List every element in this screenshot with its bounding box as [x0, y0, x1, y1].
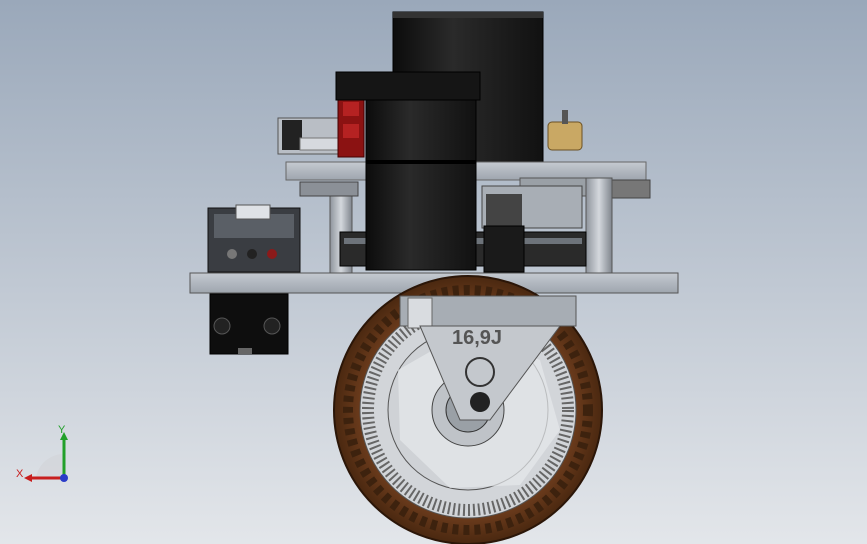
support-post-right[interactable] — [585, 177, 613, 275]
wheel-marking: 16,9J — [452, 327, 502, 349]
coordinate-triad: Y X — [14, 424, 76, 490]
cad-3d-viewport[interactable]: 16,9J Y X — [0, 0, 867, 544]
robot-wheel-module-model[interactable]: 16,9J — [0, 0, 867, 544]
triad-y-label: Y — [58, 424, 66, 436]
triad-icon — [24, 432, 68, 482]
brass-coupler[interactable] — [547, 110, 583, 151]
triad-x-label: X — [16, 468, 24, 480]
red-connector[interactable] — [337, 94, 365, 158]
